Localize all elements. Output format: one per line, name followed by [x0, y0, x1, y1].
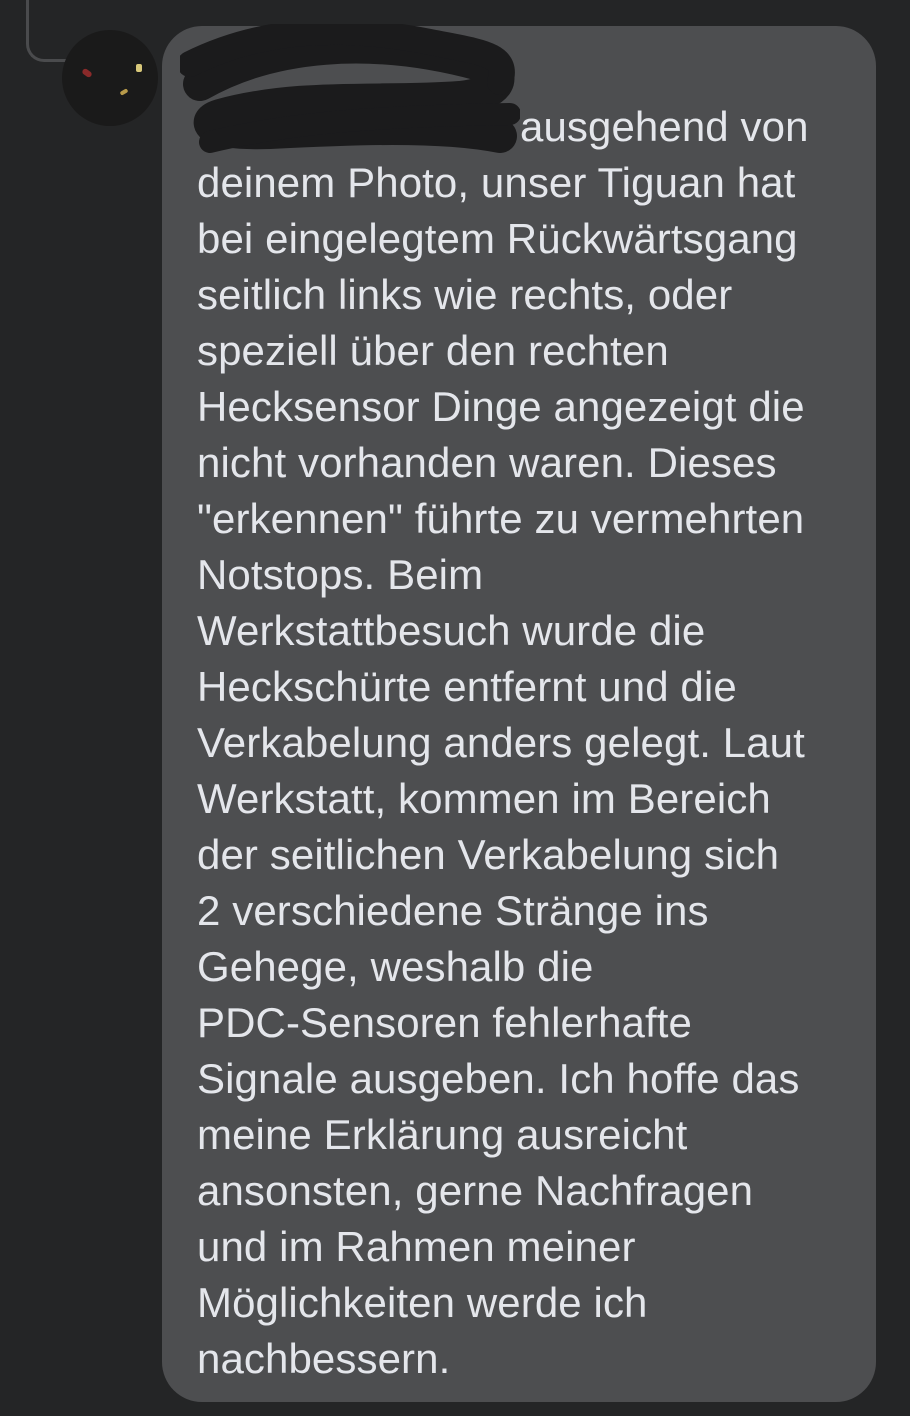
message-line: meine Erklärung ausreicht: [197, 1111, 688, 1158]
message-line: nicht vorhanden waren. Dieses: [197, 439, 777, 486]
message-line: Werkstattbesuch wurde die: [197, 607, 706, 654]
message-line: Signale ausgeben. Ich hoffe das: [197, 1055, 800, 1102]
message-line: bei eingelegtem Rückwärtsgang: [197, 215, 798, 262]
message-line: Verkabelung anders gelegt. Laut: [197, 719, 805, 766]
message-line: ansonsten, gerne Nachfragen: [197, 1167, 754, 1214]
message-line: "erkennen" führte zu vermehrten: [197, 495, 805, 542]
avatar-image-detail: [119, 88, 129, 96]
message-line: seitlich links wie rechts, oder: [197, 271, 733, 318]
message-line: Heckschürte entfernt und die: [197, 663, 737, 710]
message-line: Hecksensor Dinge angezeigt die: [197, 383, 805, 430]
message-line: der seitlichen Verkabelung sich: [197, 831, 780, 878]
message-line: Notstops. Beim: [197, 551, 484, 598]
message-line: speziell über den rechten: [197, 327, 669, 374]
message-line: Gehege, weshalb die: [197, 943, 594, 990]
message-line: 2 verschiedene Stränge ins: [197, 887, 709, 934]
message-line: ausgehend von: [520, 103, 809, 150]
message-text: ausgehend von deinem Photo, unser Tiguan…: [197, 99, 857, 1387]
message-line: Möglichkeiten werde ich: [197, 1279, 648, 1326]
sender-avatar[interactable]: [62, 30, 158, 126]
message-line: PDC-Sensoren fehlerhafte: [197, 999, 692, 1046]
message-line: nachbessern.: [197, 1335, 451, 1382]
message-line: und im Rahmen meiner: [197, 1223, 636, 1270]
message-line: deinem Photo, unser Tiguan hat: [197, 159, 796, 206]
message-line: Werkstatt, kommen im Bereich: [197, 775, 771, 822]
avatar-image-detail: [136, 64, 142, 72]
avatar-image-detail: [81, 67, 93, 79]
